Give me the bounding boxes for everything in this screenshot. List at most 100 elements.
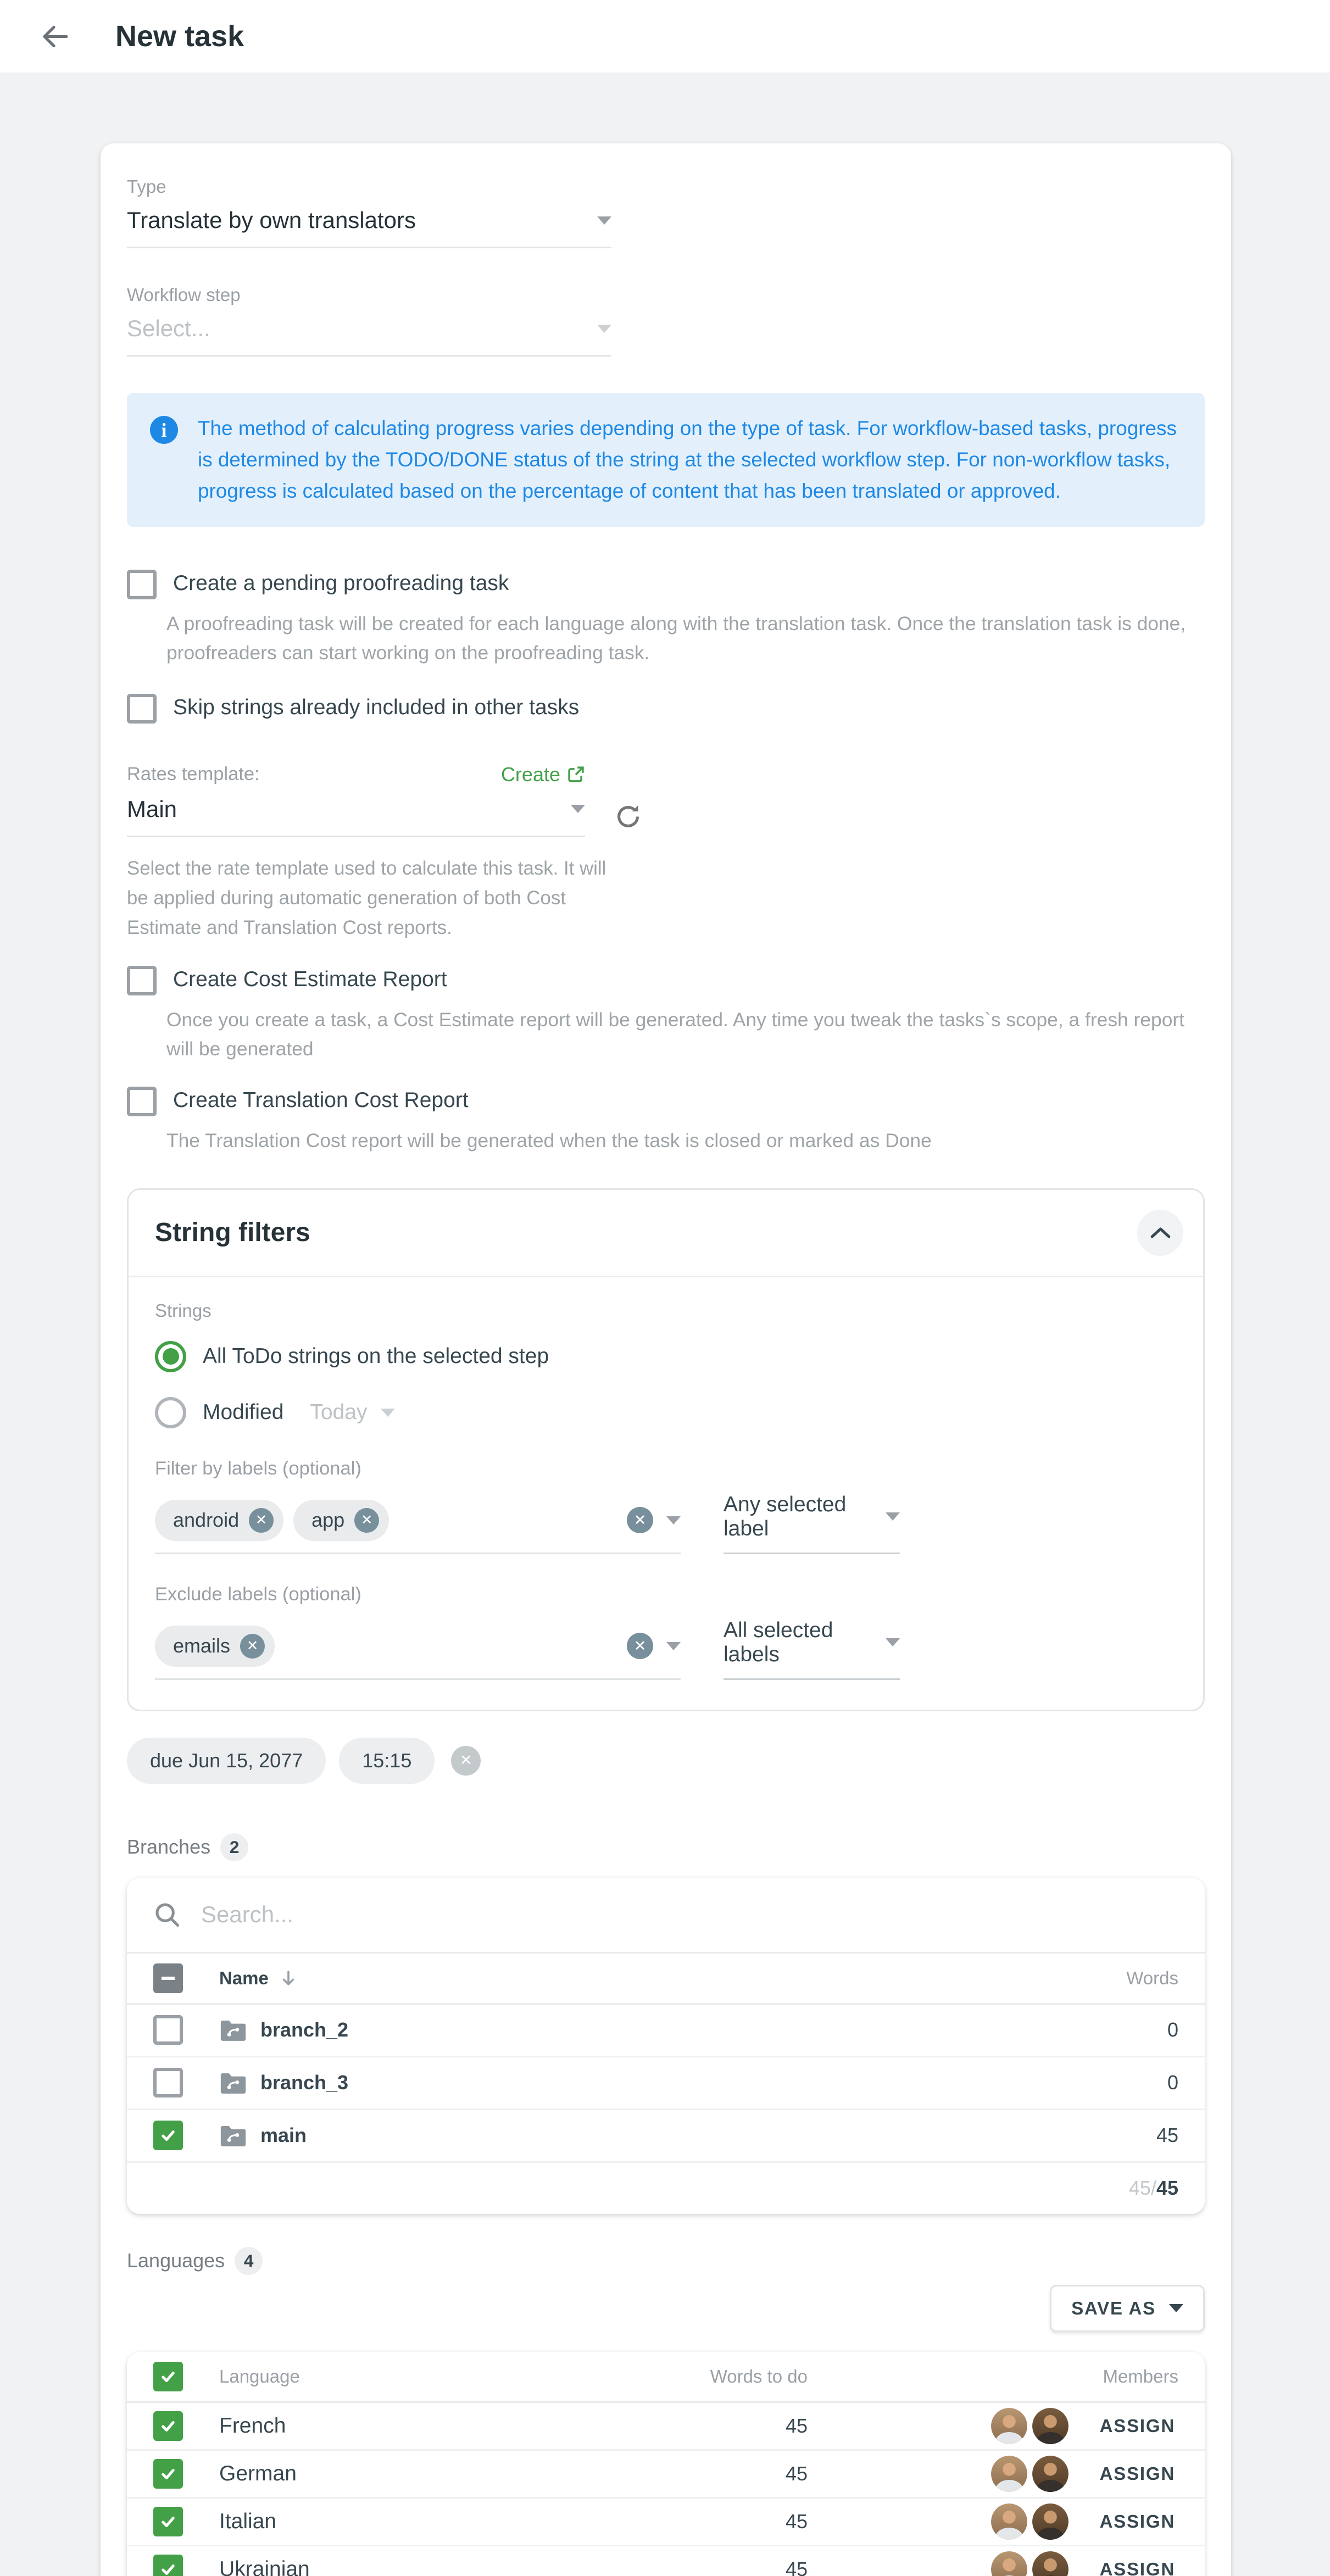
language-name: Italian <box>219 2510 618 2534</box>
member-avatar[interactable] <box>1032 2551 1069 2576</box>
words-to-do-column-header: Words to do <box>618 2366 808 2387</box>
cost-estimate-checkbox-block: Create Cost Estimate Report Once you cre… <box>127 966 1205 1064</box>
language-checkbox[interactable] <box>153 2411 183 2441</box>
exclude-labels-input[interactable]: emails ✕ ✕ <box>155 1626 681 1680</box>
rates-template-help: Select the rate template used to calcula… <box>127 854 608 943</box>
language-checkbox[interactable] <box>153 2507 183 2536</box>
string-filters-panel: String filters Strings All ToDo strings … <box>127 1188 1205 1711</box>
filter-by-labels-label: Filter by labels (optional) <box>155 1458 1177 1479</box>
branches-table-header: Name Words <box>127 1954 1205 2005</box>
translation-cost-checkbox[interactable] <box>127 1087 157 1116</box>
branch-row[interactable]: branch_2 0 <box>127 2005 1205 2057</box>
avatar-photo <box>991 2408 1027 2444</box>
branch-row[interactable]: branch_3 0 <box>127 2057 1205 2110</box>
filter-labels-mode-select[interactable]: Any selected label <box>724 1493 900 1554</box>
member-avatar[interactable] <box>1032 2408 1069 2444</box>
workflow-field-block: Workflow step Select... <box>127 285 1205 357</box>
save-as-button[interactable]: SAVE AS <box>1050 2285 1205 2332</box>
workflow-select[interactable]: Select... <box>127 315 611 357</box>
collapse-panel-button[interactable] <box>1137 1210 1183 1256</box>
open-in-new-icon <box>567 765 585 783</box>
branches-search-input[interactable] <box>198 1900 1178 1929</box>
assign-button[interactable]: ASSIGN <box>1097 2457 1178 2491</box>
branch-row[interactable]: main 45 <box>127 2110 1205 2163</box>
all-todo-radio[interactable] <box>155 1341 186 1372</box>
language-words: 45 <box>618 2414 808 2438</box>
exclude-labels-mode-select[interactable]: All selected labels <box>724 1618 900 1680</box>
check-icon <box>160 2466 176 2482</box>
member-avatar[interactable] <box>991 2503 1027 2540</box>
select-all-languages-checkbox[interactable] <box>153 2362 183 2391</box>
modified-range-select[interactable]: Today <box>310 1400 394 1425</box>
branch-words: 45 <box>1030 2124 1178 2147</box>
language-row[interactable]: German 45 ASSIGN <box>127 2451 1205 2499</box>
string-filters-title: String filters <box>155 1217 310 1248</box>
check-icon <box>160 2368 176 2385</box>
modified-radio[interactable] <box>155 1397 186 1428</box>
branch-name: branch_2 <box>260 2018 348 2041</box>
languages-table: Language Words to do Members French 45 A… <box>127 2352 1205 2576</box>
member-avatar[interactable] <box>991 2551 1027 2576</box>
assign-button[interactable]: ASSIGN <box>1097 2409 1178 2443</box>
words-separator: / <box>1151 2177 1156 2200</box>
member-avatar[interactable] <box>991 2408 1027 2444</box>
create-rates-template-link[interactable]: Create <box>501 763 585 786</box>
due-time-chip[interactable]: 15:15 <box>339 1738 435 1784</box>
languages-section-label: Languages 4 <box>127 2247 1205 2275</box>
label-chip: android ✕ <box>155 1500 283 1541</box>
proofreading-checkbox[interactable] <box>127 570 157 599</box>
rates-template-value: Main <box>127 796 177 822</box>
member-avatar[interactable] <box>1032 2456 1069 2492</box>
branches-search-row <box>127 1878 1205 1954</box>
language-row[interactable]: Italian 45 ASSIGN <box>127 2499 1205 2546</box>
language-column-header: Language <box>219 2366 618 2387</box>
sort-descending-icon <box>279 1968 298 1988</box>
language-checkbox[interactable] <box>153 2555 183 2576</box>
branch-checkbox[interactable] <box>153 2121 183 2150</box>
cost-estimate-checkbox[interactable] <box>127 966 157 995</box>
branches-table: Name Words branch_2 0 branch_3 <box>127 1878 1205 2214</box>
chip-remove-icon[interactable]: ✕ <box>354 1508 379 1533</box>
strings-label: Strings <box>155 1300 1177 1321</box>
chip-label: emails <box>173 1634 230 1657</box>
indeterminate-icon <box>162 1977 175 1980</box>
check-icon <box>160 2561 176 2576</box>
select-all-branches-checkbox[interactable] <box>153 1963 183 1993</box>
refresh-rates-button[interactable] <box>611 800 644 833</box>
language-checkbox[interactable] <box>153 2459 183 2489</box>
type-select[interactable]: Translate by own translators <box>127 207 611 248</box>
language-words: 45 <box>618 2462 808 2485</box>
exclude-labels-label: Exclude labels (optional) <box>155 1584 1177 1605</box>
member-avatar[interactable] <box>1032 2503 1069 2540</box>
member-avatar[interactable] <box>991 2456 1027 2492</box>
assign-button[interactable]: ASSIGN <box>1097 2552 1178 2576</box>
chip-remove-icon[interactable]: ✕ <box>249 1508 274 1533</box>
branch-checkbox[interactable] <box>153 2015 183 2045</box>
clear-labels-icon[interactable]: ✕ <box>627 1633 653 1659</box>
proofreading-label: Create a pending proofreading task <box>173 570 509 596</box>
caret-down-icon <box>597 216 611 225</box>
selected-words: 45 <box>1129 2177 1151 2200</box>
filter-labels-input[interactable]: android ✕ app ✕ ✕ <box>155 1500 681 1554</box>
language-name: German <box>219 2462 618 2486</box>
rates-template-select[interactable]: Main <box>127 796 585 837</box>
due-date-chip[interactable]: due Jun 15, 2077 <box>127 1738 326 1784</box>
branch-checkbox[interactable] <box>153 2068 183 2097</box>
skip-strings-checkbox[interactable] <box>127 694 157 724</box>
language-words: 45 <box>618 2510 808 2533</box>
language-row[interactable]: French 45 ASSIGN <box>127 2403 1205 2451</box>
name-column-header[interactable]: Name <box>219 1968 269 1989</box>
workflow-label: Workflow step <box>127 285 1205 305</box>
avatar-photo <box>1032 2503 1069 2540</box>
assign-button[interactable]: ASSIGN <box>1097 2505 1178 2539</box>
filter-labels-mode-value: Any selected label <box>724 1493 886 1541</box>
chip-remove-icon[interactable]: ✕ <box>240 1634 265 1659</box>
translation-cost-description: The Translation Cost report will be gene… <box>166 1126 1197 1155</box>
remove-due-date-icon[interactable]: ✕ <box>451 1746 481 1776</box>
back-button[interactable] <box>36 18 73 54</box>
branch-words: 0 <box>1030 2071 1178 2094</box>
caret-down-icon <box>381 1409 395 1417</box>
info-banner-text: The method of calculating progress varie… <box>198 413 1182 507</box>
clear-labels-icon[interactable]: ✕ <box>627 1507 653 1533</box>
language-row[interactable]: Ukrainian 45 ASSIGN <box>127 2546 1205 2576</box>
